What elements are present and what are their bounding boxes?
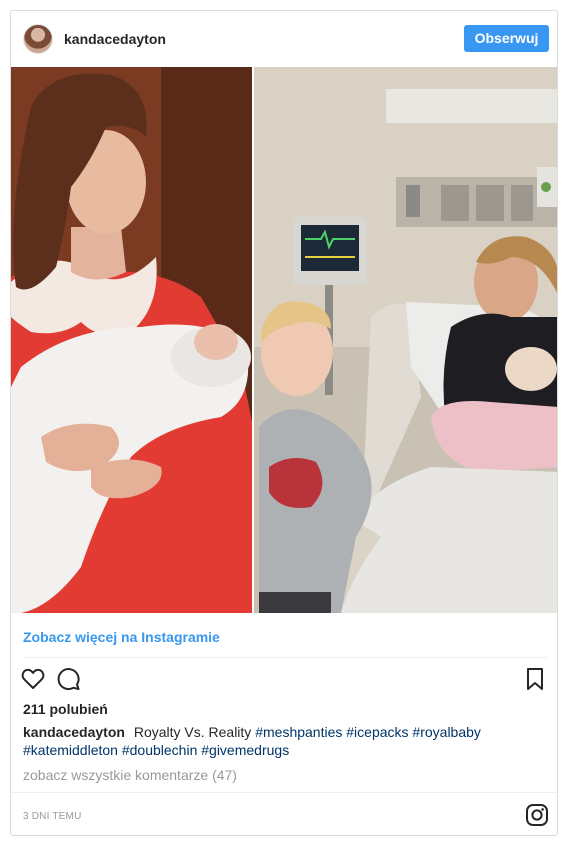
instagram-embed-card: kandacedayton Obserwuj Zobacz więcej na … xyxy=(10,10,558,836)
hashtag[interactable]: #royalbaby xyxy=(412,724,481,740)
hashtag[interactable]: #doublechin xyxy=(122,742,198,758)
post-photo-collage xyxy=(11,67,557,613)
hashtag[interactable]: #katemiddleton xyxy=(23,742,118,758)
hashtag[interactable]: #icepacks xyxy=(346,724,408,740)
heart-icon[interactable] xyxy=(20,666,46,692)
view-more-link[interactable]: Zobacz więcej na Instagramie xyxy=(23,629,220,645)
footer-divider xyxy=(11,792,557,793)
post-timestamp[interactable]: 3 DNI TEMU xyxy=(23,811,82,822)
view-comments-link[interactable]: zobacz wszystkie komentarze (47) xyxy=(23,767,237,783)
caption-username[interactable]: kandacedayton xyxy=(23,724,125,740)
avatar[interactable] xyxy=(23,24,53,54)
divider xyxy=(23,657,547,658)
right-photo xyxy=(253,67,557,613)
username[interactable]: kandacedayton xyxy=(64,31,166,47)
likes-count[interactable]: 211 polubień xyxy=(23,701,108,717)
hashtag[interactable]: #givemedrugs xyxy=(201,742,289,758)
comment-icon[interactable] xyxy=(56,666,82,692)
post-header: kandacedayton Obserwuj xyxy=(11,11,557,67)
caption-text: Royalty Vs. Reality xyxy=(133,724,252,740)
follow-button[interactable]: Obserwuj xyxy=(464,25,549,52)
bookmark-icon[interactable] xyxy=(524,666,546,692)
instagram-icon[interactable] xyxy=(525,803,549,827)
caption: kandacedayton Royalty Vs. Reality #meshp… xyxy=(23,723,547,759)
post-photo[interactable] xyxy=(11,67,557,613)
hashtag[interactable]: #meshpanties xyxy=(255,724,342,740)
left-photo xyxy=(11,67,253,613)
